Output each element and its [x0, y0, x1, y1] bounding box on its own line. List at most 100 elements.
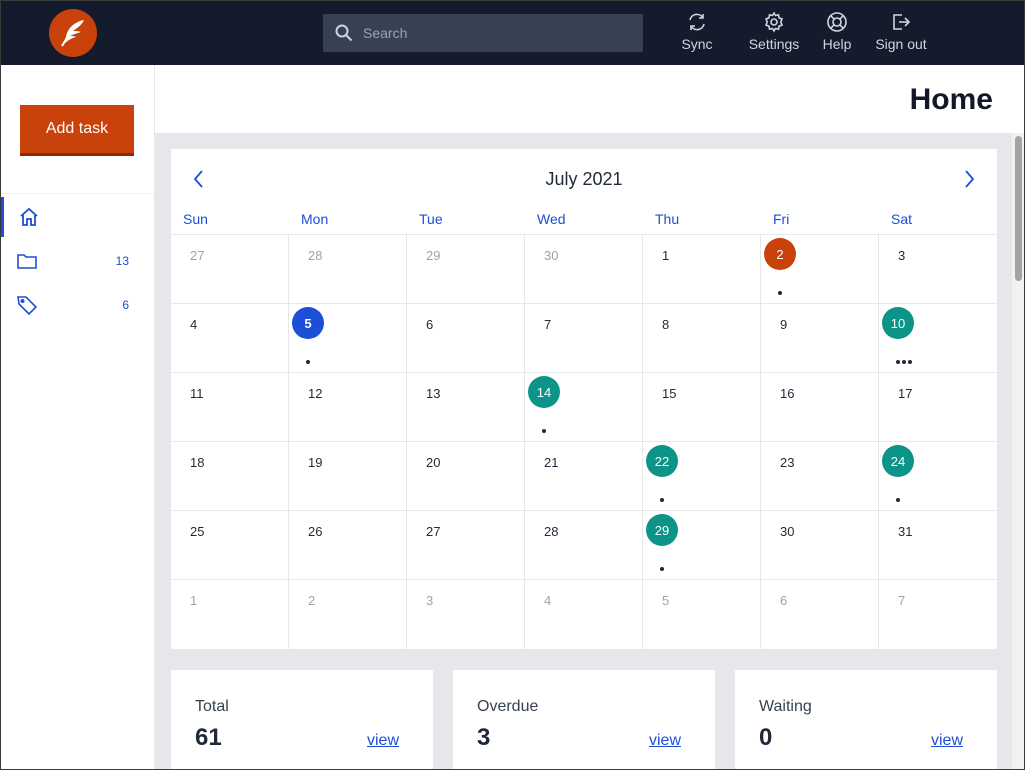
calendar-day-cell[interactable]: 29: [643, 511, 761, 579]
calendar-day-cell[interactable]: 7: [879, 580, 997, 649]
calendar-day-cell[interactable]: 1: [171, 580, 289, 649]
calendar-day-cell[interactable]: 24: [879, 442, 997, 510]
view-total-link[interactable]: view: [367, 732, 399, 750]
weekday-label: Sat: [891, 211, 913, 227]
calendar-day-cell[interactable]: 12: [289, 373, 407, 441]
main-scrollbar[interactable]: [1012, 133, 1025, 770]
scrollbar-thumb[interactable]: [1015, 136, 1022, 281]
help-label: Help: [822, 36, 852, 52]
calendar-day-number: 1: [662, 248, 670, 263]
calendar-day-cell[interactable]: 4: [171, 304, 289, 372]
calendar-day-cell[interactable]: 13: [407, 373, 525, 441]
feather-logo-icon: [61, 20, 84, 47]
calendar-day-cell[interactable]: 6: [407, 304, 525, 372]
calendar-day-number: 29: [646, 514, 678, 546]
sync-icon: [689, 13, 705, 31]
tag-icon: [17, 296, 38, 316]
folder-icon: [17, 254, 37, 269]
calendar-day-cell[interactable]: 5: [289, 304, 407, 372]
calendar-day-number: 7: [898, 593, 906, 608]
page-header: Home: [155, 65, 1025, 133]
add-task-button[interactable]: Add task: [20, 105, 134, 156]
calendar-day-cell[interactable]: 9: [761, 304, 879, 372]
sign-out-button[interactable]: Sign out: [873, 11, 929, 57]
calendar-day-number: 5: [662, 593, 670, 608]
help-button[interactable]: Help: [820, 11, 854, 57]
search-input[interactable]: [363, 25, 623, 41]
calendar-day-cell[interactable]: 22: [643, 442, 761, 510]
calendar-day-cell[interactable]: 3: [879, 235, 997, 303]
calendar-day-cell[interactable]: 2: [289, 580, 407, 649]
calendar-day-cell[interactable]: 11: [171, 373, 289, 441]
sync-button[interactable]: Sync: [677, 11, 717, 57]
task-indicator-dots: [896, 498, 900, 502]
calendar-day-cell[interactable]: 10: [879, 304, 997, 372]
calendar-day-cell[interactable]: 3: [407, 580, 525, 649]
calendar-day-cell[interactable]: 17: [879, 373, 997, 441]
sign-out-label: Sign out: [875, 36, 927, 52]
calendar-day-cell[interactable]: 23: [761, 442, 879, 510]
calendar-day-cell[interactable]: 1: [643, 235, 761, 303]
calendar-day-cell[interactable]: 20: [407, 442, 525, 510]
calendar-grid: 27 28 29 30 1 2 3 4 5 6 7 8 9 10 11 12 13 14 15 16 17 18 19 20 2…: [171, 235, 997, 649]
calendar-day-number: 24: [882, 445, 914, 477]
sidebar-item-projects[interactable]: 13: [0, 241, 154, 281]
calendar-day-cell[interactable]: 27: [171, 235, 289, 303]
calendar-day-cell[interactable]: 31: [879, 511, 997, 579]
calendar-day-cell[interactable]: 2: [761, 235, 879, 303]
calendar-day-cell[interactable]: 14: [525, 373, 643, 441]
calendar-day-cell[interactable]: 25: [171, 511, 289, 579]
calendar-day-number: 22: [646, 445, 678, 477]
page-title: Home: [909, 83, 993, 116]
task-dot: [778, 291, 782, 295]
tags-count: 6: [122, 298, 129, 312]
calendar-day-number: 16: [780, 386, 795, 401]
sidebar-item-home[interactable]: [0, 197, 154, 237]
calendar-day-number: 6: [780, 593, 788, 608]
stat-value: 0: [759, 724, 773, 751]
task-dot: [306, 360, 310, 364]
settings-button[interactable]: Settings: [746, 11, 802, 57]
calendar-day-cell[interactable]: 7: [525, 304, 643, 372]
calendar-day-cell[interactable]: 21: [525, 442, 643, 510]
calendar-day-cell[interactable]: 28: [289, 235, 407, 303]
view-overdue-link[interactable]: view: [649, 732, 681, 750]
sidebar: Add task 13 6: [0, 65, 155, 770]
task-indicator-dots: [660, 498, 664, 502]
sidebar-item-tags[interactable]: 6: [0, 285, 154, 325]
sidebar-divider: [0, 193, 154, 194]
top-bar: Sync Settings Help Sign out: [0, 0, 1025, 65]
calendar-week-row: 18 19 20 21 22 23 24: [171, 442, 997, 511]
calendar-day-cell[interactable]: 15: [643, 373, 761, 441]
calendar-day-cell[interactable]: 16: [761, 373, 879, 441]
calendar-day-number: 26: [308, 524, 323, 539]
calendar-day-number: 14: [528, 376, 560, 408]
calendar-day-cell[interactable]: 18: [171, 442, 289, 510]
calendar-month-label: July 2021: [545, 169, 623, 189]
calendar-day-cell[interactable]: 26: [289, 511, 407, 579]
home-icon: [20, 207, 38, 226]
calendar-day-number: 8: [662, 317, 670, 332]
app-logo[interactable]: [49, 9, 97, 57]
calendar-day-cell[interactable]: 30: [525, 235, 643, 303]
calendar-day-cell[interactable]: 30: [761, 511, 879, 579]
task-dot: [902, 360, 906, 364]
calendar-day-cell[interactable]: 28: [525, 511, 643, 579]
view-waiting-link[interactable]: view: [931, 732, 963, 750]
search-box[interactable]: [323, 14, 643, 52]
calendar-day-number: 27: [190, 248, 205, 263]
calendar-day-cell[interactable]: 19: [289, 442, 407, 510]
next-month-button[interactable]: [957, 167, 981, 191]
calendar-day-number: 31: [898, 524, 913, 539]
task-indicator-dots: [660, 567, 664, 571]
calendar-day-cell[interactable]: 29: [407, 235, 525, 303]
calendar-day-cell[interactable]: 27: [407, 511, 525, 579]
task-indicator-dots: [306, 360, 310, 364]
task-dot: [660, 498, 664, 502]
calendar-day-cell[interactable]: 4: [525, 580, 643, 649]
calendar-day-cell[interactable]: 6: [761, 580, 879, 649]
calendar-day-cell[interactable]: 8: [643, 304, 761, 372]
calendar-day-cell[interactable]: 5: [643, 580, 761, 649]
lifebuoy-icon: [827, 12, 847, 32]
calendar: July 2021 Sun Mon Tue Wed Thu Fri Sat 27 28 29 30…: [171, 149, 997, 649]
